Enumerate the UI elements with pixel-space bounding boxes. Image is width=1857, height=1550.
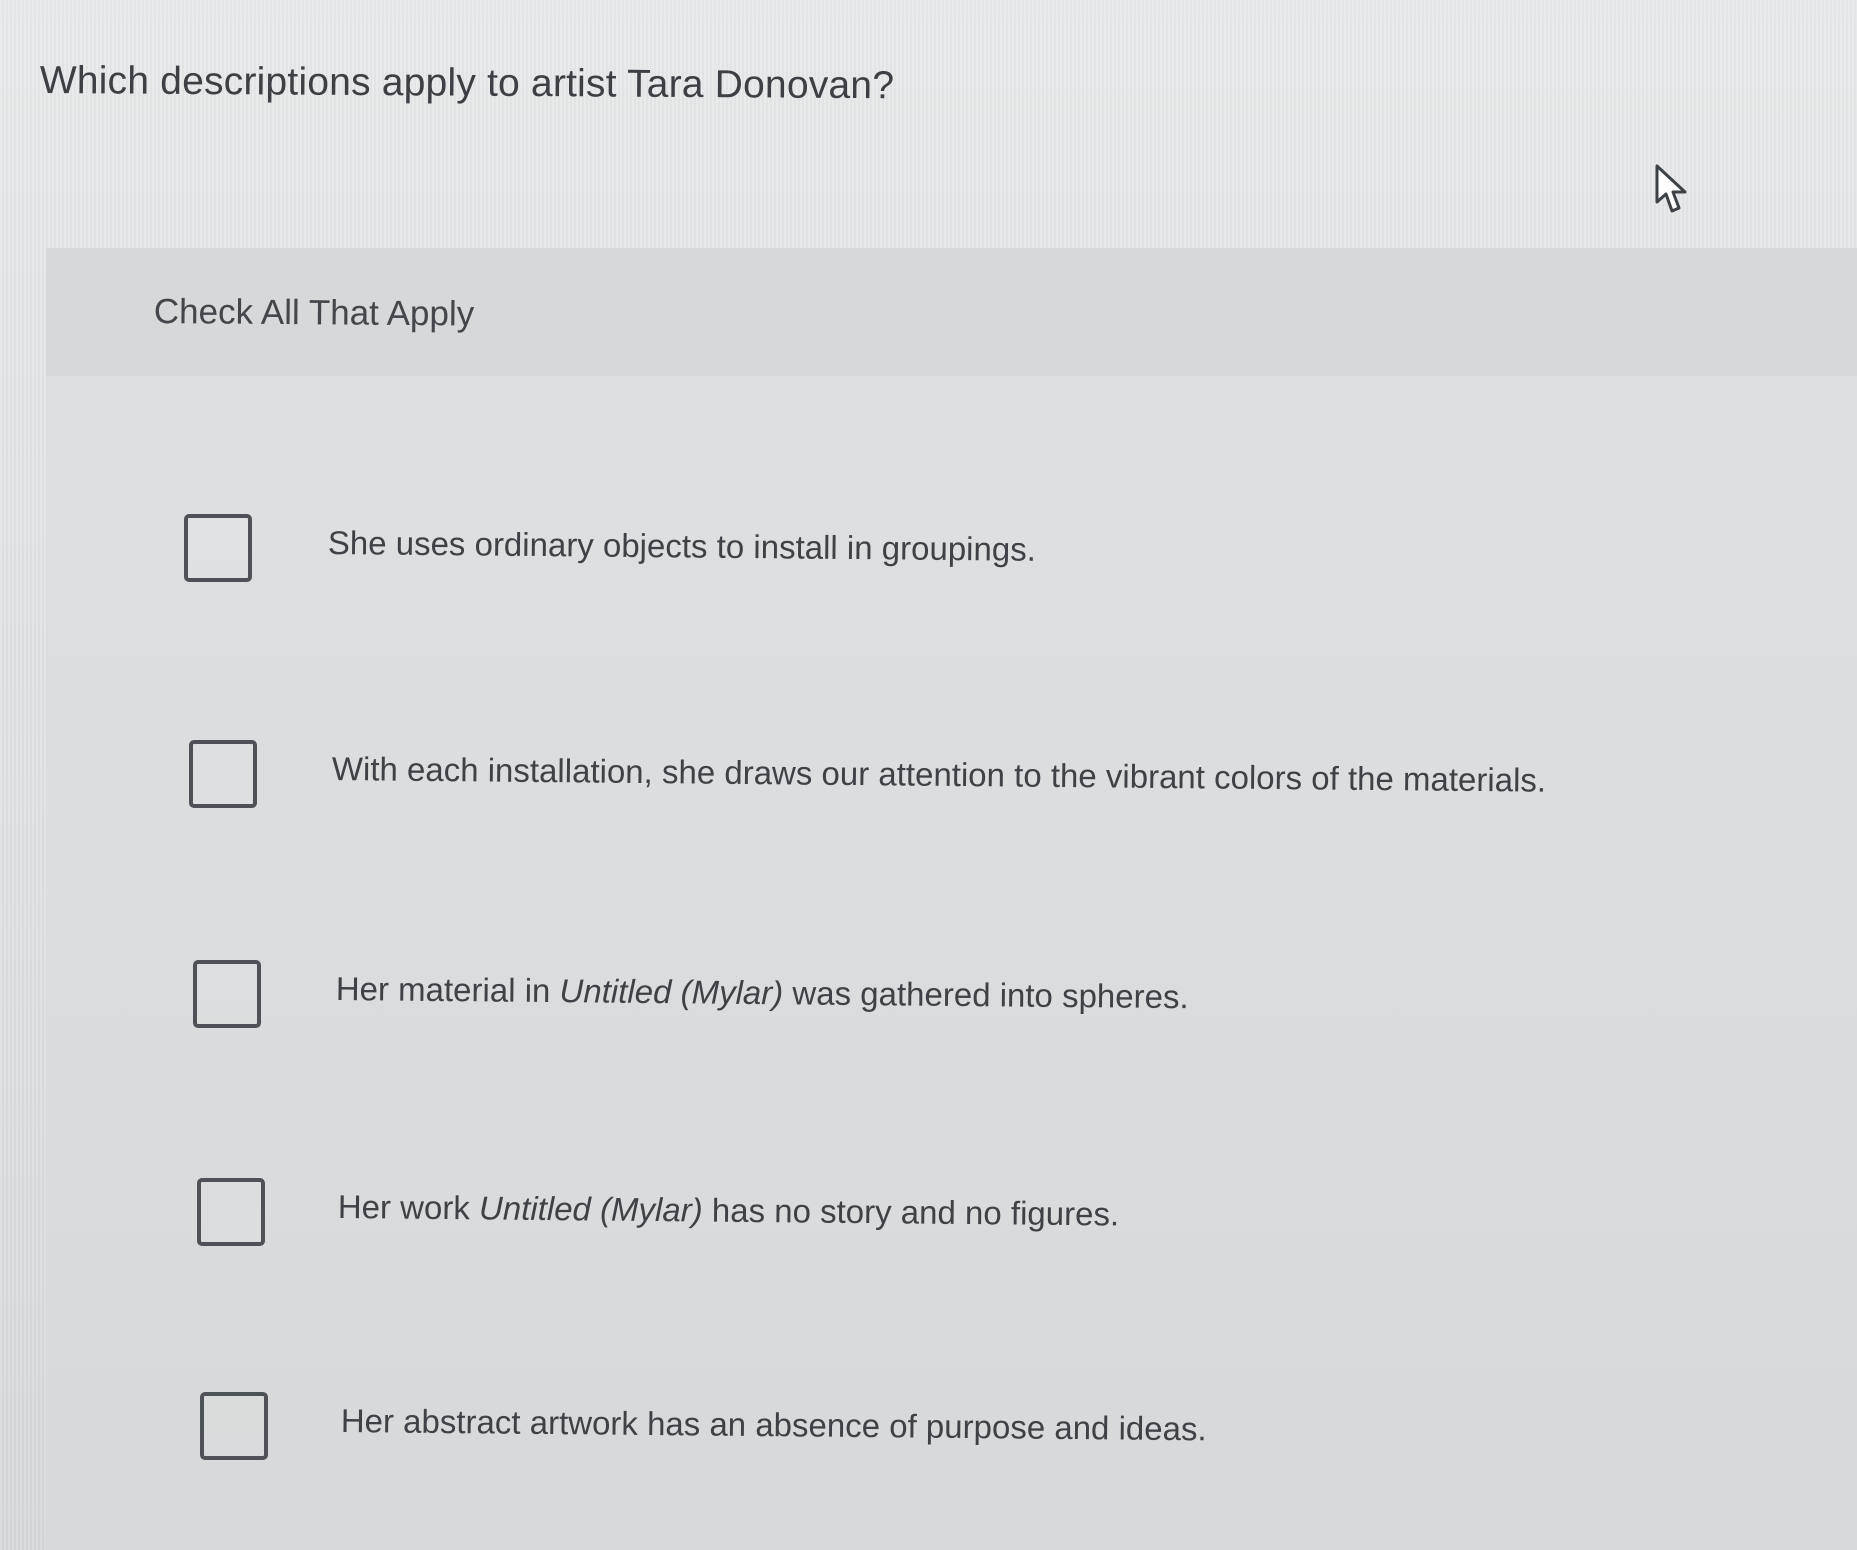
answer-option-text-1[interactable]: She uses ordinary objects to install in … bbox=[328, 524, 1036, 569]
answer-option-text-1-part-1: She uses ordinary objects to install in … bbox=[327, 524, 1037, 568]
answer-option-text-3-suffix: was gathered into spheres. bbox=[783, 974, 1189, 1016]
mouse-pointer-icon bbox=[1655, 164, 1687, 213]
answer-option-text-4-title: Untitled (Mylar) bbox=[478, 1189, 703, 1229]
answer-option-text-4[interactable]: Her work Untitled (Mylar) has no story a… bbox=[338, 1188, 1120, 1233]
answer-option-text-4-prefix: Her work bbox=[337, 1188, 480, 1227]
answer-option-text-4-suffix: has no story and no figures. bbox=[702, 1191, 1120, 1233]
answer-option-1[interactable]: She uses ordinary objects to install in … bbox=[46, 514, 1796, 604]
answer-checkbox-5[interactable] bbox=[200, 1392, 268, 1460]
answer-option-text-3-title: Untitled (Mylar) bbox=[559, 972, 784, 1012]
answer-panel: Check All That Apply She uses ordinary o… bbox=[46, 248, 1857, 1550]
check-all-label: Check All That Apply bbox=[153, 292, 475, 334]
answer-option-text-2[interactable]: With each installation, she draws our at… bbox=[332, 750, 1547, 800]
instructions-header: Check All That Apply bbox=[46, 248, 1857, 376]
answer-option-text-2-part-1: With each installation, she draws our at… bbox=[331, 750, 1547, 799]
answer-checkbox-3[interactable] bbox=[193, 960, 261, 1028]
answer-option-text-5[interactable]: Her abstract artwork has an absence of p… bbox=[341, 1402, 1207, 1448]
answer-checkbox-1[interactable] bbox=[184, 514, 252, 582]
answer-option-5[interactable]: Her abstract artwork has an absence of p… bbox=[46, 1392, 1796, 1482]
answer-option-2[interactable]: With each installation, she draws our at… bbox=[46, 740, 1796, 830]
answer-checkbox-2[interactable] bbox=[189, 740, 257, 808]
answer-option-text-5-part-1: Her abstract artwork has an absence of p… bbox=[340, 1402, 1207, 1448]
answer-option-text-3[interactable]: Her material in Untitled (Mylar) was gat… bbox=[336, 970, 1189, 1016]
answer-option-3[interactable]: Her material in Untitled (Mylar) was gat… bbox=[46, 960, 1796, 1050]
answer-option-4[interactable]: Her work Untitled (Mylar) has no story a… bbox=[46, 1178, 1796, 1268]
question-text: Which descriptions apply to artist Tara … bbox=[39, 58, 895, 108]
answer-option-text-3-prefix: Her material in bbox=[335, 970, 560, 1010]
answer-checkbox-4[interactable] bbox=[197, 1178, 265, 1246]
